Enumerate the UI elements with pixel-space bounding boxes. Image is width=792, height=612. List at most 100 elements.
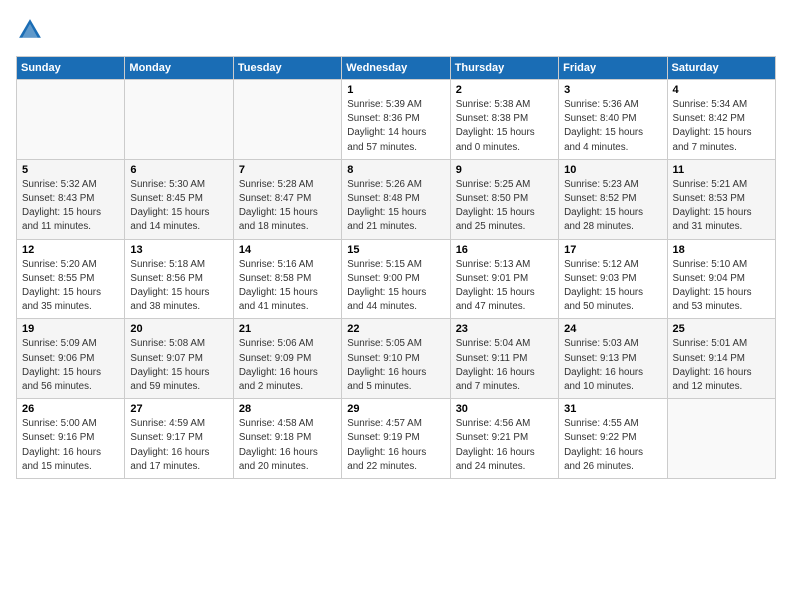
calendar-cell: 30 Sunrise: 4:56 AMSunset: 9:21 PMDayligh… [450,399,558,479]
day-info: Sunrise: 5:38 AMSunset: 8:38 PMDaylight:… [456,98,553,155]
day-number: 8 [347,164,444,176]
calendar-cell: 14 Sunrise: 5:16 AMSunset: 8:58 PMDayligh… [233,239,341,319]
calendar-cell [17,80,125,160]
calendar-header-row: SundayMondayTuesdayWednesdayThursdayFrid… [17,57,776,80]
calendar-cell: 3 Sunrise: 5:36 AMSunset: 8:40 PMDaylight… [559,80,667,160]
day-info: Sunrise: 5:21 AMSunset: 8:53 PMDaylight:… [673,178,770,235]
calendar-cell: 18 Sunrise: 5:10 AMSunset: 9:04 PMDayligh… [667,239,775,319]
calendar-cell: 2 Sunrise: 5:38 AMSunset: 8:38 PMDaylight… [450,80,558,160]
calendar-cell: 13 Sunrise: 5:18 AMSunset: 8:56 PMDayligh… [125,239,233,319]
calendar-cell: 26Sunrise: 5:00 AMSunset: 9:16 PMDayligh… [17,399,125,479]
day-number: 4 [673,84,770,96]
weekday-header: Saturday [667,57,775,80]
calendar-cell: 23 Sunrise: 5:04 AMSunset: 9:11 PMDayligh… [450,319,558,399]
day-info: Sunrise: 5:06 AMSunset: 9:09 PMDaylight:… [239,337,336,394]
calendar-cell: 8Sunrise: 5:26 AMSunset: 8:48 PMDaylight… [342,159,450,239]
weekday-header: Sunday [17,57,125,80]
day-info: Sunrise: 5:15 AMSunset: 9:00 PMDaylight:… [347,258,444,315]
calendar-cell: 22 Sunrise: 5:05 AMSunset: 9:10 PMDayligh… [342,319,450,399]
day-number: 22 [347,323,444,335]
day-info: Sunrise: 5:05 AMSunset: 9:10 PMDaylight:… [347,337,444,394]
calendar-cell: 17Sunrise: 5:12 AMSunset: 9:03 PMDayligh… [559,239,667,319]
day-number: 15 [347,244,444,256]
day-number: 24 [564,323,661,335]
day-number: 2 [456,84,553,96]
calendar-cell: 10 Sunrise: 5:23 AMSunset: 8:52 PMDayligh… [559,159,667,239]
day-info: Sunrise: 5:32 AMSunset: 8:43 PMDaylight:… [22,178,119,235]
page-header [16,16,776,44]
calendar-cell: 12Sunrise: 5:20 AMSunset: 8:55 PMDayligh… [17,239,125,319]
day-info: Sunrise: 5:10 AMSunset: 9:04 PMDaylight:… [673,258,770,315]
logo [16,16,48,44]
day-number: 16 [456,244,553,256]
calendar-table: SundayMondayTuesdayWednesdayThursdayFrid… [16,56,776,479]
calendar-cell: 9 Sunrise: 5:25 AMSunset: 8:50 PMDaylight… [450,159,558,239]
day-info: Sunrise: 5:03 AMSunset: 9:13 PMDaylight:… [564,337,661,394]
day-info: Sunrise: 4:57 AMSunset: 9:19 PMDaylight:… [347,417,444,474]
calendar-cell [667,399,775,479]
day-info: Sunrise: 5:01 AMSunset: 9:14 PMDaylight:… [673,337,770,394]
calendar-week-row: 19 Sunrise: 5:09 AMSunset: 9:06 PMDayligh… [17,319,776,399]
calendar-cell: 15 Sunrise: 5:15 AMSunset: 9:00 PMDayligh… [342,239,450,319]
day-number: 10 [564,164,661,176]
day-info: Sunrise: 5:36 AMSunset: 8:40 PMDaylight:… [564,98,661,155]
day-number: 27 [130,403,227,415]
day-info: Sunrise: 5:16 AMSunset: 8:58 PMDaylight:… [239,258,336,315]
day-number: 25 [673,323,770,335]
calendar-cell: 4 Sunrise: 5:34 AMSunset: 8:42 PMDaylight… [667,80,775,160]
day-number: 5 [22,164,119,176]
calendar-cell: 20Sunrise: 5:08 AMSunset: 9:07 PMDayligh… [125,319,233,399]
calendar-cell: 29 Sunrise: 4:57 AMSunset: 9:19 PMDayligh… [342,399,450,479]
day-number: 13 [130,244,227,256]
calendar-cell: 6 Sunrise: 5:30 AMSunset: 8:45 PMDaylight… [125,159,233,239]
day-number: 18 [673,244,770,256]
day-info: Sunrise: 5:28 AMSunset: 8:47 PMDaylight:… [239,178,336,235]
day-number: 6 [130,164,227,176]
day-info: Sunrise: 4:59 AMSunset: 9:17 PMDaylight:… [130,417,227,474]
day-number: 29 [347,403,444,415]
day-info: Sunrise: 5:25 AMSunset: 8:50 PMDaylight:… [456,178,553,235]
day-number: 28 [239,403,336,415]
day-info: Sunrise: 5:34 AMSunset: 8:42 PMDaylight:… [673,98,770,155]
day-number: 20 [130,323,227,335]
calendar-cell: 11 Sunrise: 5:21 AMSunset: 8:53 PMDayligh… [667,159,775,239]
day-info: Sunrise: 5:23 AMSunset: 8:52 PMDaylight:… [564,178,661,235]
calendar-cell: 25 Sunrise: 5:01 AMSunset: 9:14 PMDayligh… [667,319,775,399]
day-number: 11 [673,164,770,176]
day-number: 3 [564,84,661,96]
day-number: 23 [456,323,553,335]
weekday-header: Monday [125,57,233,80]
day-info: Sunrise: 5:12 AMSunset: 9:03 PMDaylight:… [564,258,661,315]
logo-icon [16,16,44,44]
calendar-cell: 19 Sunrise: 5:09 AMSunset: 9:06 PMDayligh… [17,319,125,399]
day-info: Sunrise: 5:30 AMSunset: 8:45 PMDaylight:… [130,178,227,235]
day-info: Sunrise: 5:20 AMSunset: 8:55 PMDaylight:… [22,258,119,315]
calendar-cell: 16 Sunrise: 5:13 AMSunset: 9:01 PMDayligh… [450,239,558,319]
calendar-body: 1Sunrise: 5:39 AMSunset: 8:36 PMDaylight… [17,80,776,479]
calendar-week-row: 1Sunrise: 5:39 AMSunset: 8:36 PMDaylight… [17,80,776,160]
day-number: 19 [22,323,119,335]
calendar-cell: 31Sunrise: 4:55 AMSunset: 9:22 PMDayligh… [559,399,667,479]
day-number: 21 [239,323,336,335]
day-info: Sunrise: 5:09 AMSunset: 9:06 PMDaylight:… [22,337,119,394]
calendar-cell [233,80,341,160]
calendar-cell [125,80,233,160]
day-info: Sunrise: 5:18 AMSunset: 8:56 PMDaylight:… [130,258,227,315]
day-number: 14 [239,244,336,256]
calendar-week-row: 26Sunrise: 5:00 AMSunset: 9:16 PMDayligh… [17,399,776,479]
weekday-header: Tuesday [233,57,341,80]
calendar-cell: 1Sunrise: 5:39 AMSunset: 8:36 PMDaylight… [342,80,450,160]
calendar-cell: 28Sunrise: 4:58 AMSunset: 9:18 PMDayligh… [233,399,341,479]
calendar-week-row: 5 Sunrise: 5:32 AMSunset: 8:43 PMDaylight… [17,159,776,239]
day-info: Sunrise: 5:04 AMSunset: 9:11 PMDaylight:… [456,337,553,394]
day-info: Sunrise: 5:00 AMSunset: 9:16 PMDaylight:… [22,417,119,474]
calendar-week-row: 12Sunrise: 5:20 AMSunset: 8:55 PMDayligh… [17,239,776,319]
weekday-header: Thursday [450,57,558,80]
weekday-header: Wednesday [342,57,450,80]
day-number: 9 [456,164,553,176]
calendar-cell: 21 Sunrise: 5:06 AMSunset: 9:09 PMDayligh… [233,319,341,399]
day-number: 30 [456,403,553,415]
day-info: Sunrise: 5:13 AMSunset: 9:01 PMDaylight:… [456,258,553,315]
day-info: Sunrise: 4:56 AMSunset: 9:21 PMDaylight:… [456,417,553,474]
day-number: 31 [564,403,661,415]
